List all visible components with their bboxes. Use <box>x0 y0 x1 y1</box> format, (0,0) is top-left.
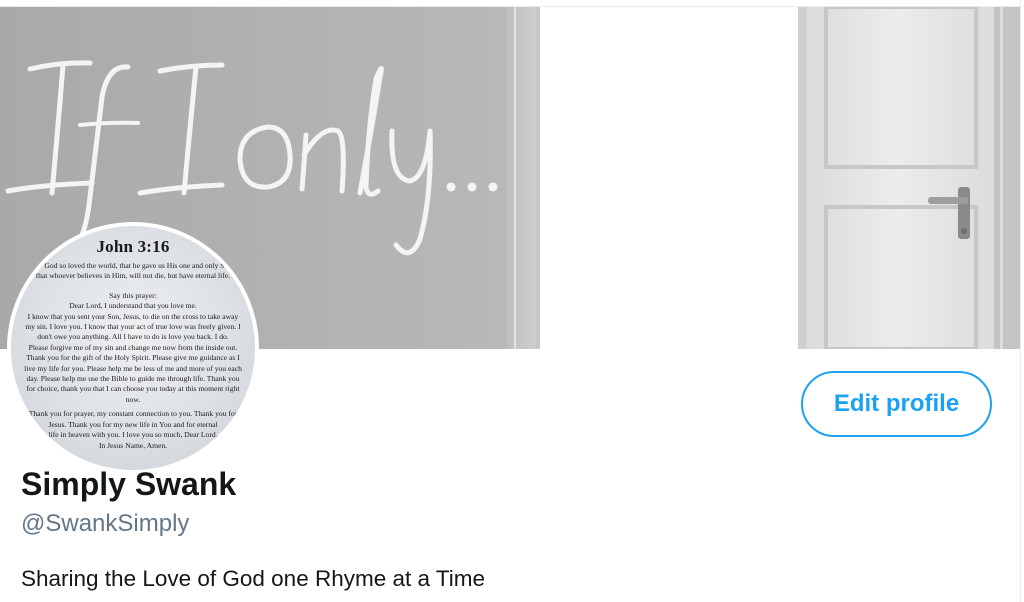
avatar-prayer-line: Thank you for the gift of the Holy Spiri… <box>26 353 240 363</box>
avatar-prayer-line: Say this prayer: <box>109 290 157 300</box>
avatar-title: John 3:16 <box>96 237 170 256</box>
avatar-verse-line: that whoever believes in Him, will not d… <box>35 271 230 281</box>
avatar-prayer-line: my sin. I love you. I know that your act… <box>25 322 241 332</box>
user-handle: @SwankSimply <box>21 510 190 537</box>
avatar-prayer-line: live my life for you. Please help me be … <box>24 363 242 373</box>
display-name: Simply Swank <box>21 466 237 502</box>
avatar-prayer-line: now. <box>125 394 141 404</box>
avatar-prayer-line: day. Please help me use the Bible to gui… <box>26 374 240 384</box>
avatar-prayer-line: Dear Lord, I understand that you love me… <box>69 301 197 311</box>
avatar-prayer-line: for choice, thank you that I can choose … <box>26 384 240 394</box>
avatar-prayer-line: I know that you sent your Son, Jesus, to… <box>27 311 239 321</box>
avatar-closing-line: In Jesus Name, Amen. <box>98 440 168 450</box>
profile-page: John 3:16 For God so loved the world, th… <box>0 0 1024 602</box>
avatar-closing-line: Jesus. Thank you for my new life in You … <box>48 419 218 429</box>
profile-avatar[interactable]: John 3:16 For God so loved the world, th… <box>7 222 259 474</box>
avatar-verse-card: John 3:16 For God so loved the world, th… <box>11 236 255 451</box>
profile-bio: Sharing the Love of God one Rhyme at a T… <box>21 566 486 591</box>
top-divider <box>0 0 1024 7</box>
avatar-image: John 3:16 For God so loved the world, th… <box>11 226 255 470</box>
avatar-closing-line: Thank you for prayer, my constant connec… <box>28 409 238 419</box>
avatar-prayer-line: don't owe you anything. All I have to do… <box>37 332 229 342</box>
avatar-closing-line: life in heaven with you. I love you so m… <box>48 430 218 440</box>
avatar-prayer-line: Please forgive me of my sin and change m… <box>28 342 238 352</box>
edit-profile-button[interactable]: Edit profile <box>801 371 992 437</box>
right-divider <box>1020 0 1024 602</box>
avatar-verse-line: For God so loved the world, that he gave… <box>31 261 235 270</box>
